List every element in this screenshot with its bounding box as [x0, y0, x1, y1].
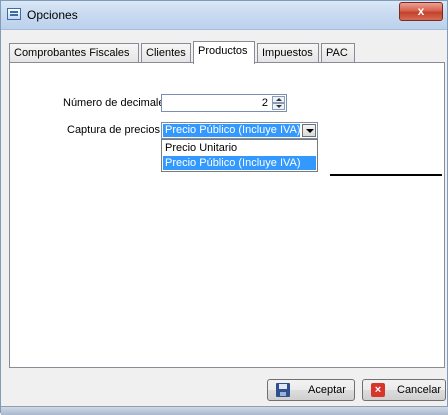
window-bottom-border — [1, 406, 448, 415]
decimals-label: Número de decimales : — [63, 97, 177, 109]
title-bar[interactable]: Opciones x — [1, 1, 447, 30]
tab-impuestos[interactable]: Impuestos — [257, 43, 319, 63]
price-capture-selected-value[interactable]: Precio Público (Incluye IVA) — [163, 124, 300, 137]
price-capture-select[interactable]: Precio Público (Incluye IVA) — [161, 122, 318, 139]
option-precio-publico[interactable]: Precio Público (Incluye IVA) — [163, 156, 316, 170]
option-precio-unitario[interactable]: Precio Unitario — [163, 141, 316, 155]
tab-strip: Comprobantes Fiscales Clientes Productos… — [9, 41, 445, 64]
tab-productos[interactable]: Productos — [193, 41, 255, 64]
cancel-x-icon: × — [371, 383, 385, 397]
tab-comprobantes-fiscales[interactable]: Comprobantes Fiscales — [9, 43, 139, 63]
options-window: Opciones x Comprobantes Fiscales Cliente… — [0, 0, 448, 415]
close-icon: x — [417, 4, 425, 18]
price-capture-label: Captura de precios : — [67, 124, 167, 136]
tab-pac[interactable]: PAC — [321, 43, 355, 63]
cancel-button-label: Cancelar — [397, 384, 442, 396]
close-button[interactable]: x — [399, 2, 443, 21]
annotation-line — [330, 174, 442, 176]
accept-button-label: Aceptar — [308, 384, 346, 396]
accept-button[interactable]: Aceptar — [267, 379, 355, 401]
spinner-buttons — [272, 96, 285, 110]
window-title: Opciones — [27, 8, 78, 22]
cancel-button[interactable]: × Cancelar — [362, 379, 446, 401]
price-capture-dropdown-list: Precio Unitario Precio Público (Incluye … — [161, 139, 318, 172]
spinner-down-arrow-icon[interactable] — [272, 103, 285, 110]
save-disk-icon — [276, 383, 290, 397]
decimals-value[interactable]: 2 — [262, 97, 268, 109]
tab-clientes[interactable]: Clientes — [141, 43, 191, 63]
spinner-up-arrow-icon[interactable] — [272, 96, 285, 103]
chevron-down-icon[interactable] — [302, 124, 316, 137]
decimals-spinner[interactable]: 2 — [161, 94, 287, 112]
window-app-icon — [7, 8, 21, 20]
